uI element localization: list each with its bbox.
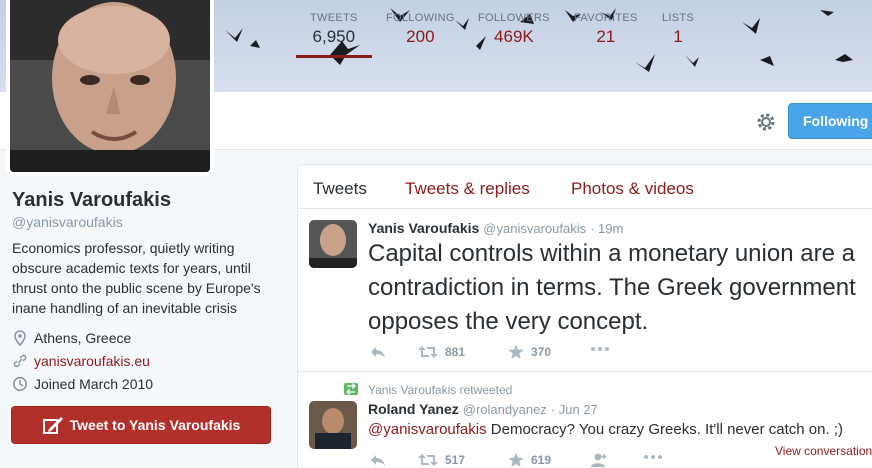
retweet-action[interactable]: 881	[418, 345, 465, 359]
stat-value: 200	[406, 27, 435, 46]
retweet-icon	[418, 454, 438, 466]
profile-location: Athens, Greece	[12, 330, 131, 346]
tweet-body: Democracy? You crazy Greeks. It'll never…	[486, 421, 843, 438]
reply-action[interactable]	[370, 345, 386, 359]
view-conversation-link[interactable]: View conversation	[775, 444, 872, 458]
stat-label: FOLLOWERS	[478, 12, 550, 24]
reply-action[interactable]	[370, 453, 386, 467]
stat-label: LISTS	[662, 12, 695, 24]
tweet-text: @yanisvaroufakis Democracy? You crazy Gr…	[368, 421, 843, 438]
stat-followers[interactable]: FOLLOWERS 469K	[478, 12, 550, 47]
joined-text: Joined March 2010	[34, 376, 154, 392]
tweet-avatar[interactable]	[309, 220, 357, 268]
more-icon	[644, 455, 662, 459]
more-action[interactable]	[643, 452, 663, 462]
stat-value: 6,950	[312, 27, 356, 46]
stat-value: 469K	[494, 27, 534, 46]
profile-bio: Economics professor, quietly writing obs…	[12, 240, 261, 316]
retweet-count: 517	[445, 453, 466, 467]
tab-tweets-replies[interactable]: Tweets & replies	[405, 179, 530, 199]
tweet-avatar[interactable]	[309, 401, 357, 449]
profile-website: yanisvaroufakis.eu	[12, 353, 150, 369]
stat-value: 21	[596, 27, 616, 46]
author-handle[interactable]: @rolandyanez	[463, 402, 547, 417]
tab-photos-videos[interactable]: Photos & videos	[571, 179, 694, 199]
reply-icon	[371, 455, 385, 466]
timeline-tabs: Tweets Tweets & replies Photos & videos	[298, 165, 872, 209]
retweet-icon	[418, 346, 438, 358]
more-icon	[591, 347, 609, 351]
stat-label: FOLLOWING	[386, 12, 455, 24]
link-icon	[13, 354, 27, 368]
profile-handle[interactable]: @yanisvaroufakis	[12, 214, 123, 230]
following-button[interactable]: Following	[788, 103, 872, 139]
avatar-photo	[10, 0, 210, 172]
stat-lists[interactable]: LISTS 1	[662, 12, 694, 47]
stat-value: 1	[673, 27, 683, 46]
compose-icon	[42, 417, 63, 434]
clock-icon	[12, 376, 28, 392]
favorite-action[interactable]: 619	[508, 452, 551, 468]
author-name[interactable]: Yanis Varoufakis	[368, 220, 479, 236]
tweet-author[interactable]: Yanis Varoufakis @yanisvaroufakis · 19m	[368, 220, 623, 236]
author-handle[interactable]: @yanisvaroufakis	[483, 221, 586, 236]
stat-favorites[interactable]: FAVORITES 21	[574, 12, 638, 47]
profile-name[interactable]: Yanis Varoufakis	[12, 189, 171, 212]
tweet-author[interactable]: Roland Yanez @rolandyanez · Jun 27	[368, 401, 598, 417]
add-user-icon	[591, 453, 607, 467]
author-photo	[309, 220, 357, 268]
tweet-to-button[interactable]: Tweet to Yanis Varoufakis	[11, 406, 271, 444]
location-pin-icon	[14, 330, 26, 346]
favorite-count: 370	[531, 345, 552, 359]
timeline: Tweets Tweets & replies Photos & videos …	[297, 164, 872, 468]
retweet-action[interactable]: 517	[418, 453, 465, 467]
follow-action[interactable]	[590, 452, 608, 468]
retweeted-icon	[344, 383, 358, 395]
tweet-divider	[298, 371, 872, 372]
favorite-action[interactable]: 370	[508, 344, 551, 360]
favorite-count: 619	[531, 453, 552, 467]
reply-icon	[371, 347, 385, 358]
stat-label: FAVORITES	[574, 12, 638, 24]
stat-tweets[interactable]: TWEETS 6,950	[296, 12, 372, 58]
gear-icon[interactable]	[754, 110, 778, 134]
website-link[interactable]: yanisvaroufakis.eu	[34, 353, 150, 369]
tweet-time[interactable]: · Jun 27	[551, 402, 598, 417]
star-icon	[508, 344, 524, 359]
profile-joined: Joined March 2010	[12, 376, 153, 392]
profile-avatar[interactable]	[6, 0, 214, 176]
author-photo	[309, 401, 357, 449]
author-name[interactable]: Roland Yanez	[368, 401, 459, 417]
location-text: Athens, Greece	[34, 330, 132, 346]
retweeted-by[interactable]: Yanis Varoufakis retweeted	[368, 383, 512, 397]
tweet-text: Capital controls within a monetary union…	[368, 240, 856, 335]
mention-link[interactable]: @yanisvaroufakis	[368, 421, 487, 438]
stat-label: TWEETS	[310, 12, 358, 24]
tweet-to-label: Tweet to Yanis Varoufakis	[69, 417, 241, 433]
tweet-time[interactable]: · 19m	[590, 221, 623, 236]
retweet-count: 881	[445, 345, 466, 359]
stat-following[interactable]: FOLLOWING 200	[386, 12, 455, 47]
star-icon	[508, 452, 524, 467]
more-action[interactable]	[590, 344, 610, 354]
tab-tweets[interactable]: Tweets	[313, 179, 367, 199]
